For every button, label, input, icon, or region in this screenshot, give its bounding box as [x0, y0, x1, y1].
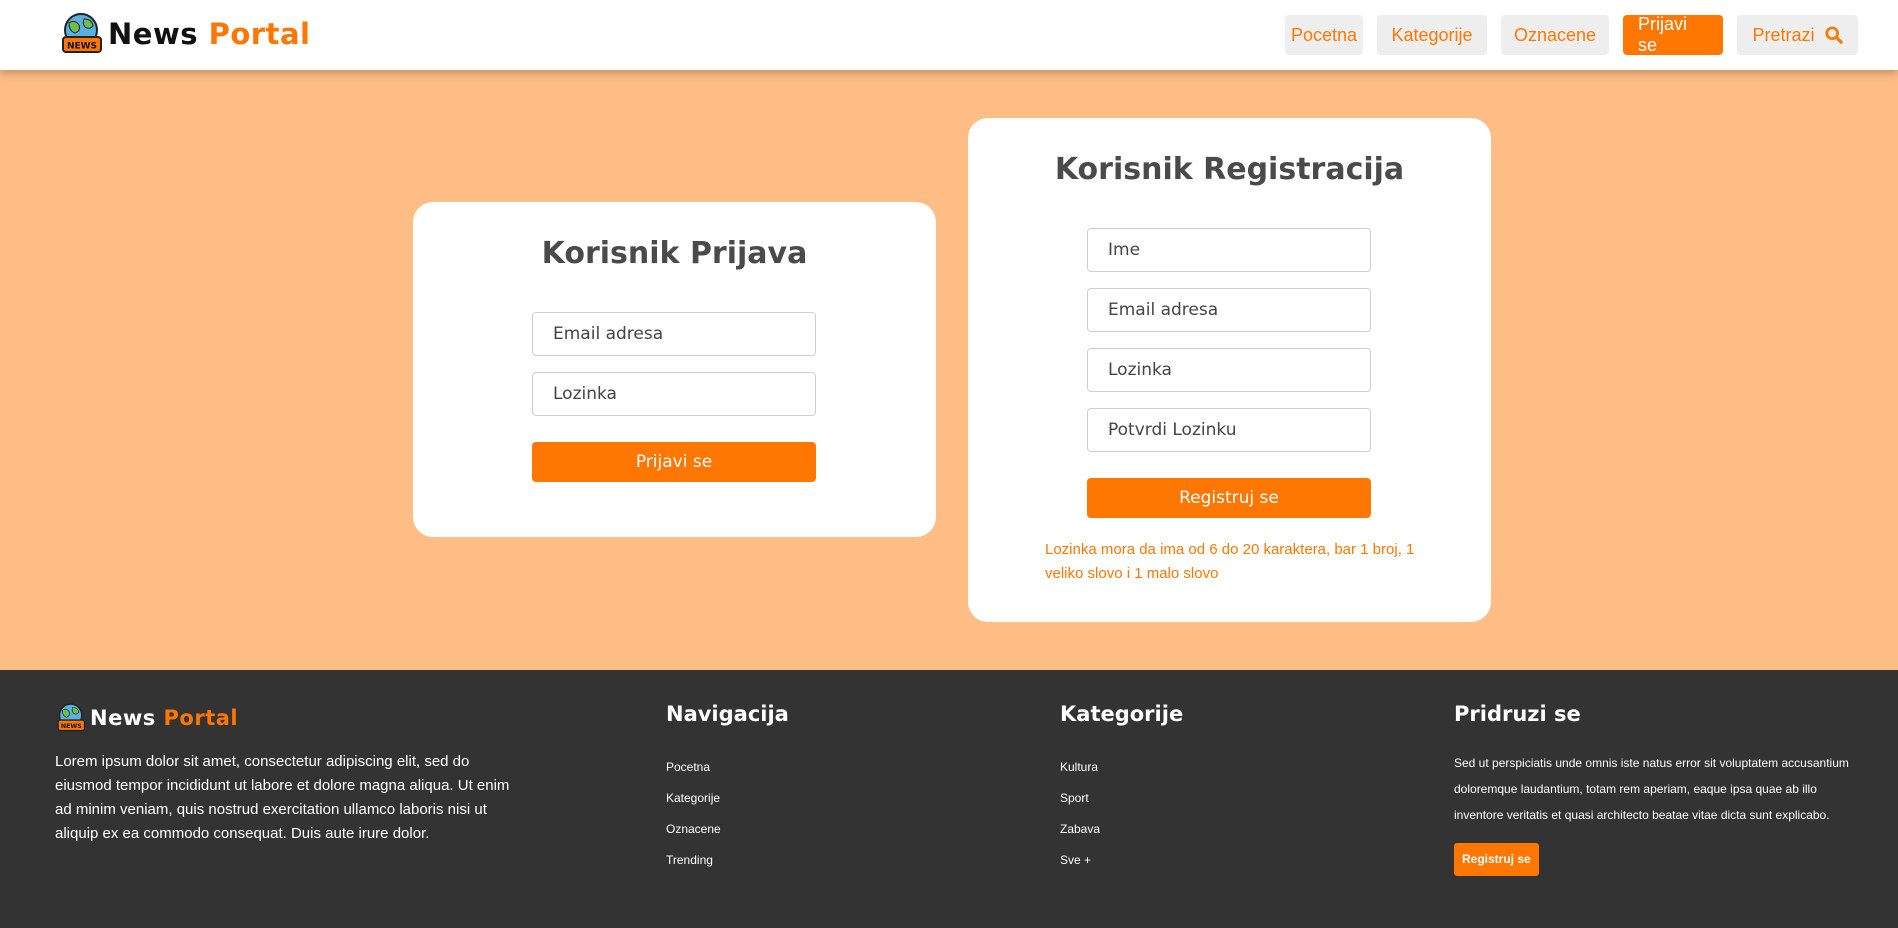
globe-news-icon: NEWS	[56, 702, 88, 734]
nav-categories-label: Kategorije	[1391, 24, 1473, 45]
nav-tagged-button[interactable]: Oznacene	[1501, 15, 1609, 55]
footer-category-link[interactable]: Zabava	[1060, 814, 1183, 845]
footer-register-button[interactable]: Registruj se	[1454, 843, 1539, 876]
footer-categories-title: Kategorije	[1060, 702, 1184, 726]
nav-categories-button[interactable]: Kategorije	[1377, 15, 1487, 55]
footer-categories: Kategorije Kultura Sport Zabava Sve +	[1060, 702, 1183, 876]
register-password-input[interactable]	[1087, 348, 1371, 392]
register-submit-button[interactable]: Registruj se	[1087, 478, 1371, 518]
nav-login-button[interactable]: Prijavi se	[1623, 14, 1723, 55]
nav-tagged-label: Oznacene	[1513, 24, 1597, 45]
site-footer: NEWS News Portal Lorem ipsum dolor sit a…	[0, 670, 1898, 928]
footer-category-link[interactable]: Sve +	[1060, 845, 1183, 876]
register-confirm-password-input[interactable]	[1087, 408, 1371, 452]
register-name-input[interactable]	[1087, 228, 1371, 272]
nav-home-button[interactable]: Pocetna	[1285, 15, 1363, 55]
footer-site-title: News Portal	[90, 706, 238, 730]
globe-news-icon: NEWS	[60, 11, 106, 57]
footer-title-word1: News	[90, 706, 156, 730]
password-requirements-hint: Lozinka mora da ima od 6 do 20 karaktera…	[1045, 541, 1415, 582]
login-submit-button[interactable]: Prijavi se	[532, 442, 816, 482]
login-email-input[interactable]	[532, 312, 816, 356]
site-title-word2: Portal	[208, 17, 311, 51]
footer-title-word2: Portal	[163, 706, 239, 730]
nav-home-label: Pocetna	[1290, 24, 1358, 45]
svg-text:NEWS: NEWS	[67, 42, 97, 52]
nav-search-label: Pretrazi	[1752, 24, 1815, 45]
footer-navigation-title: Navigacija	[666, 702, 789, 726]
footer-join: Pridruzi se Sed ut perspiciatis unde omn…	[1454, 702, 1864, 876]
register-title: Korisnik Registracija	[1054, 152, 1405, 187]
svg-text:NEWS: NEWS	[61, 723, 82, 730]
search-icon	[1824, 26, 1843, 44]
register-email-input[interactable]	[1087, 288, 1371, 332]
nav-search-button[interactable]: Pretrazi	[1737, 15, 1858, 55]
footer-nav-link[interactable]: Oznacene	[666, 814, 789, 845]
nav-login-label: Prijavi se	[1638, 14, 1688, 55]
footer-about-text: Lorem ipsum dolor sit amet, consectetur …	[55, 753, 510, 842]
top-header: NEWS News Portal Pocetna Kategorije Ozna…	[0, 0, 1898, 70]
footer-category-link[interactable]: Kultura	[1060, 752, 1183, 783]
footer-nav-link[interactable]: Pocetna	[666, 752, 789, 783]
footer-nav-link[interactable]: Trending	[666, 845, 789, 876]
footer-nav-link[interactable]: Kategorije	[666, 783, 789, 814]
footer-navigation: Navigacija Pocetna Kategorije Oznacene T…	[666, 702, 789, 876]
site-title: News Portal	[108, 17, 310, 51]
footer-join-title: Pridruzi se	[1454, 702, 1581, 726]
login-title: Korisnik Prijava	[541, 236, 808, 271]
login-card: Korisnik Prijava Prijavi se	[413, 202, 936, 537]
site-logo[interactable]: NEWS News Portal	[60, 11, 310, 57]
footer-logo[interactable]: NEWS News Portal	[56, 702, 238, 734]
footer-join-text: Sed ut perspiciatis unde omnis iste natu…	[1454, 756, 1849, 822]
main-nav: Pocetna Kategorije Oznacene Prijavi se P…	[1271, 14, 1858, 55]
site-title-word1: News	[108, 17, 198, 51]
footer-category-link[interactable]: Sport	[1060, 783, 1183, 814]
login-password-input[interactable]	[532, 372, 816, 416]
register-card: Korisnik Registracija Registruj se Lozin…	[968, 118, 1491, 622]
